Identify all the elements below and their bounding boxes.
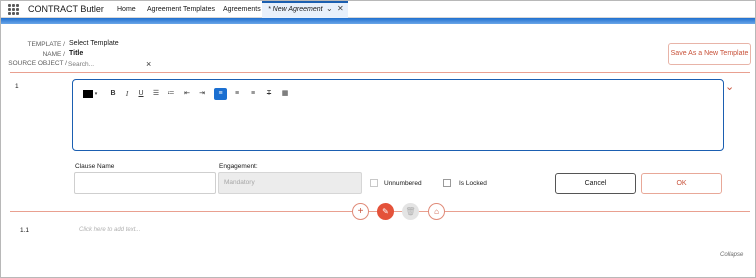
clear-format-icon[interactable]: T bbox=[264, 88, 274, 100]
is-locked-checkbox[interactable] bbox=[443, 179, 451, 187]
title-field[interactable]: Title bbox=[69, 50, 83, 57]
align-center-icon[interactable]: ≡ bbox=[232, 88, 242, 100]
app-launcher-icon[interactable] bbox=[8, 4, 19, 15]
ok-button[interactable]: OK bbox=[641, 173, 722, 194]
clear-icon[interactable]: × bbox=[146, 59, 151, 69]
unnumbered-checkbox[interactable] bbox=[370, 179, 378, 187]
close-icon[interactable]: ✕ bbox=[337, 4, 344, 13]
clause-number: 1 bbox=[15, 83, 19, 90]
italic-button[interactable]: I bbox=[122, 88, 132, 100]
clause-name-label: Clause Name bbox=[75, 163, 115, 170]
cancel-button[interactable]: Cancel bbox=[555, 173, 636, 194]
tag-icon[interactable]: ⌂ bbox=[428, 203, 445, 220]
nav-item-agreement-templates[interactable]: Agreement Templates bbox=[147, 6, 215, 13]
header-band bbox=[1, 18, 755, 24]
rich-text-editor[interactable]: ▾ B I U ☰ ≔ ⇤ ⇥ ≡ ≡ ≡ T ▦ bbox=[72, 79, 724, 151]
clause-name-input[interactable] bbox=[74, 172, 216, 194]
bold-button[interactable]: B bbox=[108, 88, 118, 100]
text-color-icon[interactable] bbox=[83, 90, 93, 98]
outdent-icon[interactable]: ⇤ bbox=[182, 88, 192, 100]
add-clause-icon[interactable]: + bbox=[352, 203, 369, 220]
indent-icon[interactable]: ⇥ bbox=[197, 88, 207, 100]
nav-item-agreements[interactable]: Agreements bbox=[223, 6, 261, 13]
chevron-down-icon[interactable]: ⌄ bbox=[725, 80, 734, 93]
table-icon[interactable]: ▦ bbox=[280, 88, 290, 100]
app-name: CONTRACT Butler bbox=[28, 4, 104, 14]
engagement-value: Mandatory bbox=[224, 179, 255, 186]
align-right-icon[interactable]: ≡ bbox=[248, 88, 258, 100]
engagement-select: Mandatory bbox=[218, 172, 362, 194]
name-key: NAME / bbox=[42, 51, 65, 58]
is-locked-label: Is Locked bbox=[459, 180, 487, 187]
caret-down-icon[interactable]: ▾ bbox=[93, 88, 99, 100]
delete-icon: 🗑 bbox=[402, 203, 419, 220]
subclause-number: 1.1 bbox=[20, 227, 30, 234]
top-nav: CONTRACT Butler Home Agreement Templates… bbox=[1, 1, 755, 18]
unnumbered-label: Unnumbered bbox=[384, 180, 422, 187]
nav-item-home[interactable]: Home bbox=[117, 6, 136, 13]
numbered-list-icon[interactable]: ≔ bbox=[166, 88, 176, 100]
collapse-link[interactable]: Collapse bbox=[720, 252, 743, 258]
align-left-icon[interactable]: ≡ bbox=[214, 88, 227, 100]
edit-icon[interactable]: ✎ bbox=[377, 203, 394, 220]
template-select[interactable]: Select Template bbox=[69, 40, 119, 47]
underline-button[interactable]: U bbox=[136, 88, 146, 100]
bullet-list-icon[interactable]: ☰ bbox=[151, 88, 161, 100]
tab-new-agreement-label: * New Agreement bbox=[268, 6, 323, 13]
chevron-down-icon[interactable]: ⌄ bbox=[326, 4, 333, 13]
subclause-text-input[interactable]: Click here to add text... bbox=[79, 227, 140, 233]
divider bbox=[10, 72, 750, 73]
template-key: TEMPLATE / bbox=[27, 41, 65, 48]
source-object-search-input[interactable]: Search... bbox=[68, 61, 94, 68]
source-object-key: SOURCE OBJECT / bbox=[8, 60, 67, 67]
tab-new-agreement[interactable]: * New Agreement ⌄ ✕ bbox=[262, 1, 348, 18]
save-as-template-button[interactable]: Save As a New Template bbox=[668, 43, 751, 65]
engagement-label: Engagement: bbox=[219, 163, 258, 170]
